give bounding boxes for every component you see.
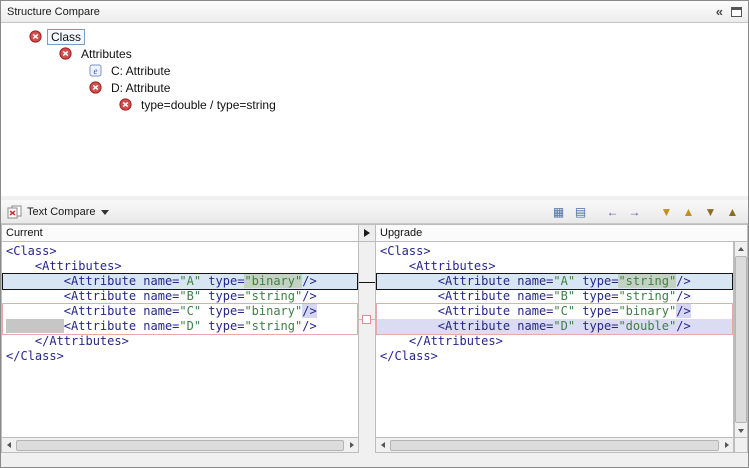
tc-toolbar-icons: ▦▤←→▼▲▼▲ <box>549 203 742 221</box>
two-pane-view-icon[interactable]: ▤ <box>571 203 590 221</box>
tree-item-label: Class <box>47 29 85 45</box>
next-change-icon[interactable]: ▼ <box>701 203 720 221</box>
table-view-icon[interactable]: ▦ <box>549 203 568 221</box>
code-line: <Attribute name="B" type="string"/> <box>376 289 733 304</box>
pane-header-upgrade: Upgrade <box>375 224 748 242</box>
copy-all-left-to-right-icon[interactable]: → <box>625 203 644 221</box>
text-compare-title: Text Compare <box>27 206 95 218</box>
code-line: <Attribute name="B" type="string"/> <box>2 289 358 304</box>
left-editor-pane[interactable]: <Class> <Attributes> <Attribute name="A"… <box>1 242 359 438</box>
change-icon <box>59 47 72 60</box>
tree-item-label: Attributes <box>77 46 136 62</box>
code-line: <Attribute name="A" type="string"/> <box>376 274 733 289</box>
change-diff-handle[interactable] <box>362 315 371 324</box>
code-line: <Attribute name="A" type="binary"/> <box>2 274 358 289</box>
scroll-down-icon[interactable] <box>735 424 747 437</box>
tree-item-d-attribute[interactable]: D: Attribute <box>1 79 748 96</box>
diff-direction-cell[interactable] <box>359 224 375 242</box>
scroll-left-icon[interactable] <box>376 439 389 452</box>
bottom-frame <box>1 453 748 468</box>
tree-item-label: C: Attribute <box>107 63 174 79</box>
svg-text:e: e <box>94 66 98 76</box>
selected-diff-connector <box>359 282 375 283</box>
left-horizontal-scrollbar[interactable] <box>1 438 359 453</box>
change-icon <box>119 98 132 111</box>
next-difference-icon[interactable]: ▼ <box>657 203 676 221</box>
right-editor-pane[interactable]: <Class> <Attributes> <Attribute name="A"… <box>375 242 734 438</box>
vertical-scrollbar-thumb[interactable] <box>735 256 747 423</box>
collapse-icon[interactable]: « <box>716 5 723 18</box>
tree-item-type-double-type-string[interactable]: type=double / type=string <box>1 96 748 113</box>
diff-direction-icon <box>364 229 370 237</box>
maximize-icon[interactable] <box>731 7 742 17</box>
text-compare-toolbar: Text Compare ▦▤←→▼▲▼▲ <box>1 200 748 224</box>
code-line: </Attributes> <box>376 334 733 349</box>
right-horizontal-scrollbar[interactable] <box>375 438 734 453</box>
right-hscrollbar-thumb[interactable] <box>390 440 719 451</box>
change-icon <box>89 81 102 94</box>
gutter-bottom <box>359 438 375 453</box>
scroll-right-icon[interactable] <box>720 439 733 452</box>
tree-item-c-attribute[interactable]: e C: Attribute <box>1 62 748 79</box>
tree-item-label: type=double / type=string <box>137 97 280 113</box>
previous-difference-icon[interactable]: ▲ <box>679 203 698 221</box>
diff-gutter <box>359 242 375 438</box>
scroll-up-icon[interactable] <box>735 242 747 255</box>
left-code-layer: <Class> <Attributes> <Attribute name="A"… <box>2 242 358 437</box>
tree-item-class[interactable]: Class <box>1 28 748 45</box>
scroll-right-icon[interactable] <box>345 439 358 452</box>
copy-all-right-to-left-icon[interactable]: ← <box>603 203 622 221</box>
code-line: </Class> <box>2 349 358 364</box>
previous-change-icon[interactable]: ▲ <box>723 203 742 221</box>
code-line: <Attribute name="D" type="double"/> <box>376 319 733 334</box>
change-icon <box>29 30 42 43</box>
view-menu-dropdown-icon[interactable] <box>101 210 109 215</box>
text-compare-icon <box>7 205 22 219</box>
right-code-layer: <Class> <Attributes> <Attribute name="A"… <box>376 242 733 437</box>
compare-editor-window: Structure Compare « ClassAttributes e C: A… <box>0 0 749 468</box>
vertical-scrollbar[interactable] <box>734 242 748 438</box>
hscroll-row <box>1 438 748 453</box>
compare-content: <Class> <Attributes> <Attribute name="A"… <box>1 242 748 438</box>
pane-header-current: Current <box>1 224 359 242</box>
code-line: <Class> <box>376 244 733 259</box>
scrollbar-corner <box>734 438 748 453</box>
code-line: <Attributes> <box>376 259 733 274</box>
code-line: <Class> <box>2 244 358 259</box>
code-line: </Class> <box>376 349 733 364</box>
structure-compare-title: Structure Compare <box>7 6 100 18</box>
code-line: </Attributes> <box>2 334 358 349</box>
tree-item-attributes[interactable]: Attributes <box>1 45 748 62</box>
tree-item-label: D: Attribute <box>107 80 174 96</box>
pane-headers-row: Current Upgrade <box>1 224 748 242</box>
element-icon: e <box>89 64 102 77</box>
left-hscrollbar-thumb[interactable] <box>16 440 344 451</box>
structure-compare-header: Structure Compare « <box>1 1 748 23</box>
code-line: <Attribute name="D" type="string"/> <box>2 319 358 334</box>
code-line: <Attributes> <box>2 259 358 274</box>
code-line: <Attribute name="C" type="binary"/> <box>2 304 358 319</box>
structure-tree[interactable]: ClassAttributes e C: AttributeD: Attribute… <box>1 23 748 196</box>
scroll-left-icon[interactable] <box>2 439 15 452</box>
code-line: <Attribute name="C" type="binary"/> <box>376 304 733 319</box>
